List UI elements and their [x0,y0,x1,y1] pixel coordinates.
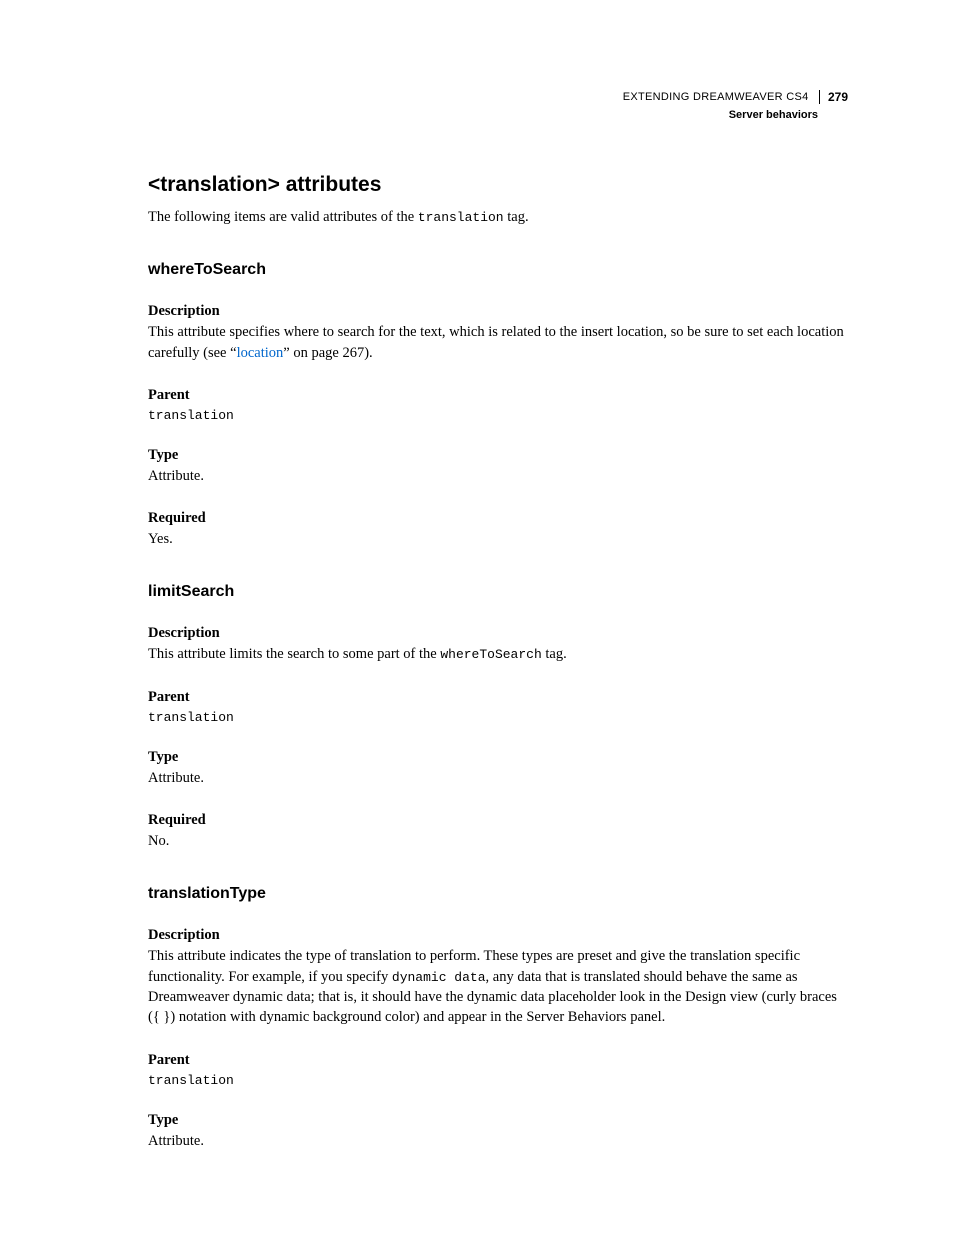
intro-text-after: tag. [504,209,529,225]
section-name: Server behaviors [148,109,848,121]
type-value: Attribute. [148,466,848,486]
description-text: This attribute indicates the type of tra… [148,946,848,1027]
required-label: Required [148,812,848,829]
page-header: EXTENDING DREAMWEAVER CS4 279 Server beh… [148,88,848,121]
section-heading-wheretosearch: whereToSearch [148,261,848,279]
document-page: EXTENDING DREAMWEAVER CS4 279 Server beh… [0,0,954,1151]
page-number: 279 [819,90,848,104]
type-value: Attribute. [148,768,848,788]
section-heading-limitsearch: limitSearch [148,583,848,601]
description-text: This attribute limits the search to some… [148,644,848,664]
required-label: Required [148,510,848,527]
description-label: Description [148,927,848,944]
parent-value: translation [148,710,848,725]
main-heading: <translation> attributes [148,173,848,197]
section-heading-translationtype: translationType [148,885,848,903]
required-value: Yes. [148,529,848,549]
parent-label: Parent [148,387,848,404]
description-text: This attribute specifies where to search… [148,322,848,363]
intro-code: translation [418,210,504,225]
desc-code: whereToSearch [440,647,541,662]
parent-label: Parent [148,1052,848,1069]
parent-value: translation [148,408,848,423]
desc-after: tag. [542,646,567,662]
type-value: Attribute. [148,1131,848,1151]
desc-before: This attribute limits the search to some… [148,646,440,662]
type-label: Type [148,1112,848,1129]
type-label: Type [148,447,848,464]
book-title: EXTENDING DREAMWEAVER CS4 [623,91,809,103]
intro-paragraph: The following items are valid attributes… [148,207,848,227]
description-label: Description [148,303,848,320]
parent-label: Parent [148,689,848,706]
header-top-row: EXTENDING DREAMWEAVER CS4 279 [148,88,848,106]
required-value: No. [148,831,848,851]
type-label: Type [148,749,848,766]
desc-code: dynamic data [392,970,486,985]
intro-text-before: The following items are valid attributes… [148,209,418,225]
parent-value: translation [148,1073,848,1088]
description-label: Description [148,625,848,642]
desc-after: ” on page 267). [283,345,372,361]
location-link[interactable]: location [237,345,284,361]
